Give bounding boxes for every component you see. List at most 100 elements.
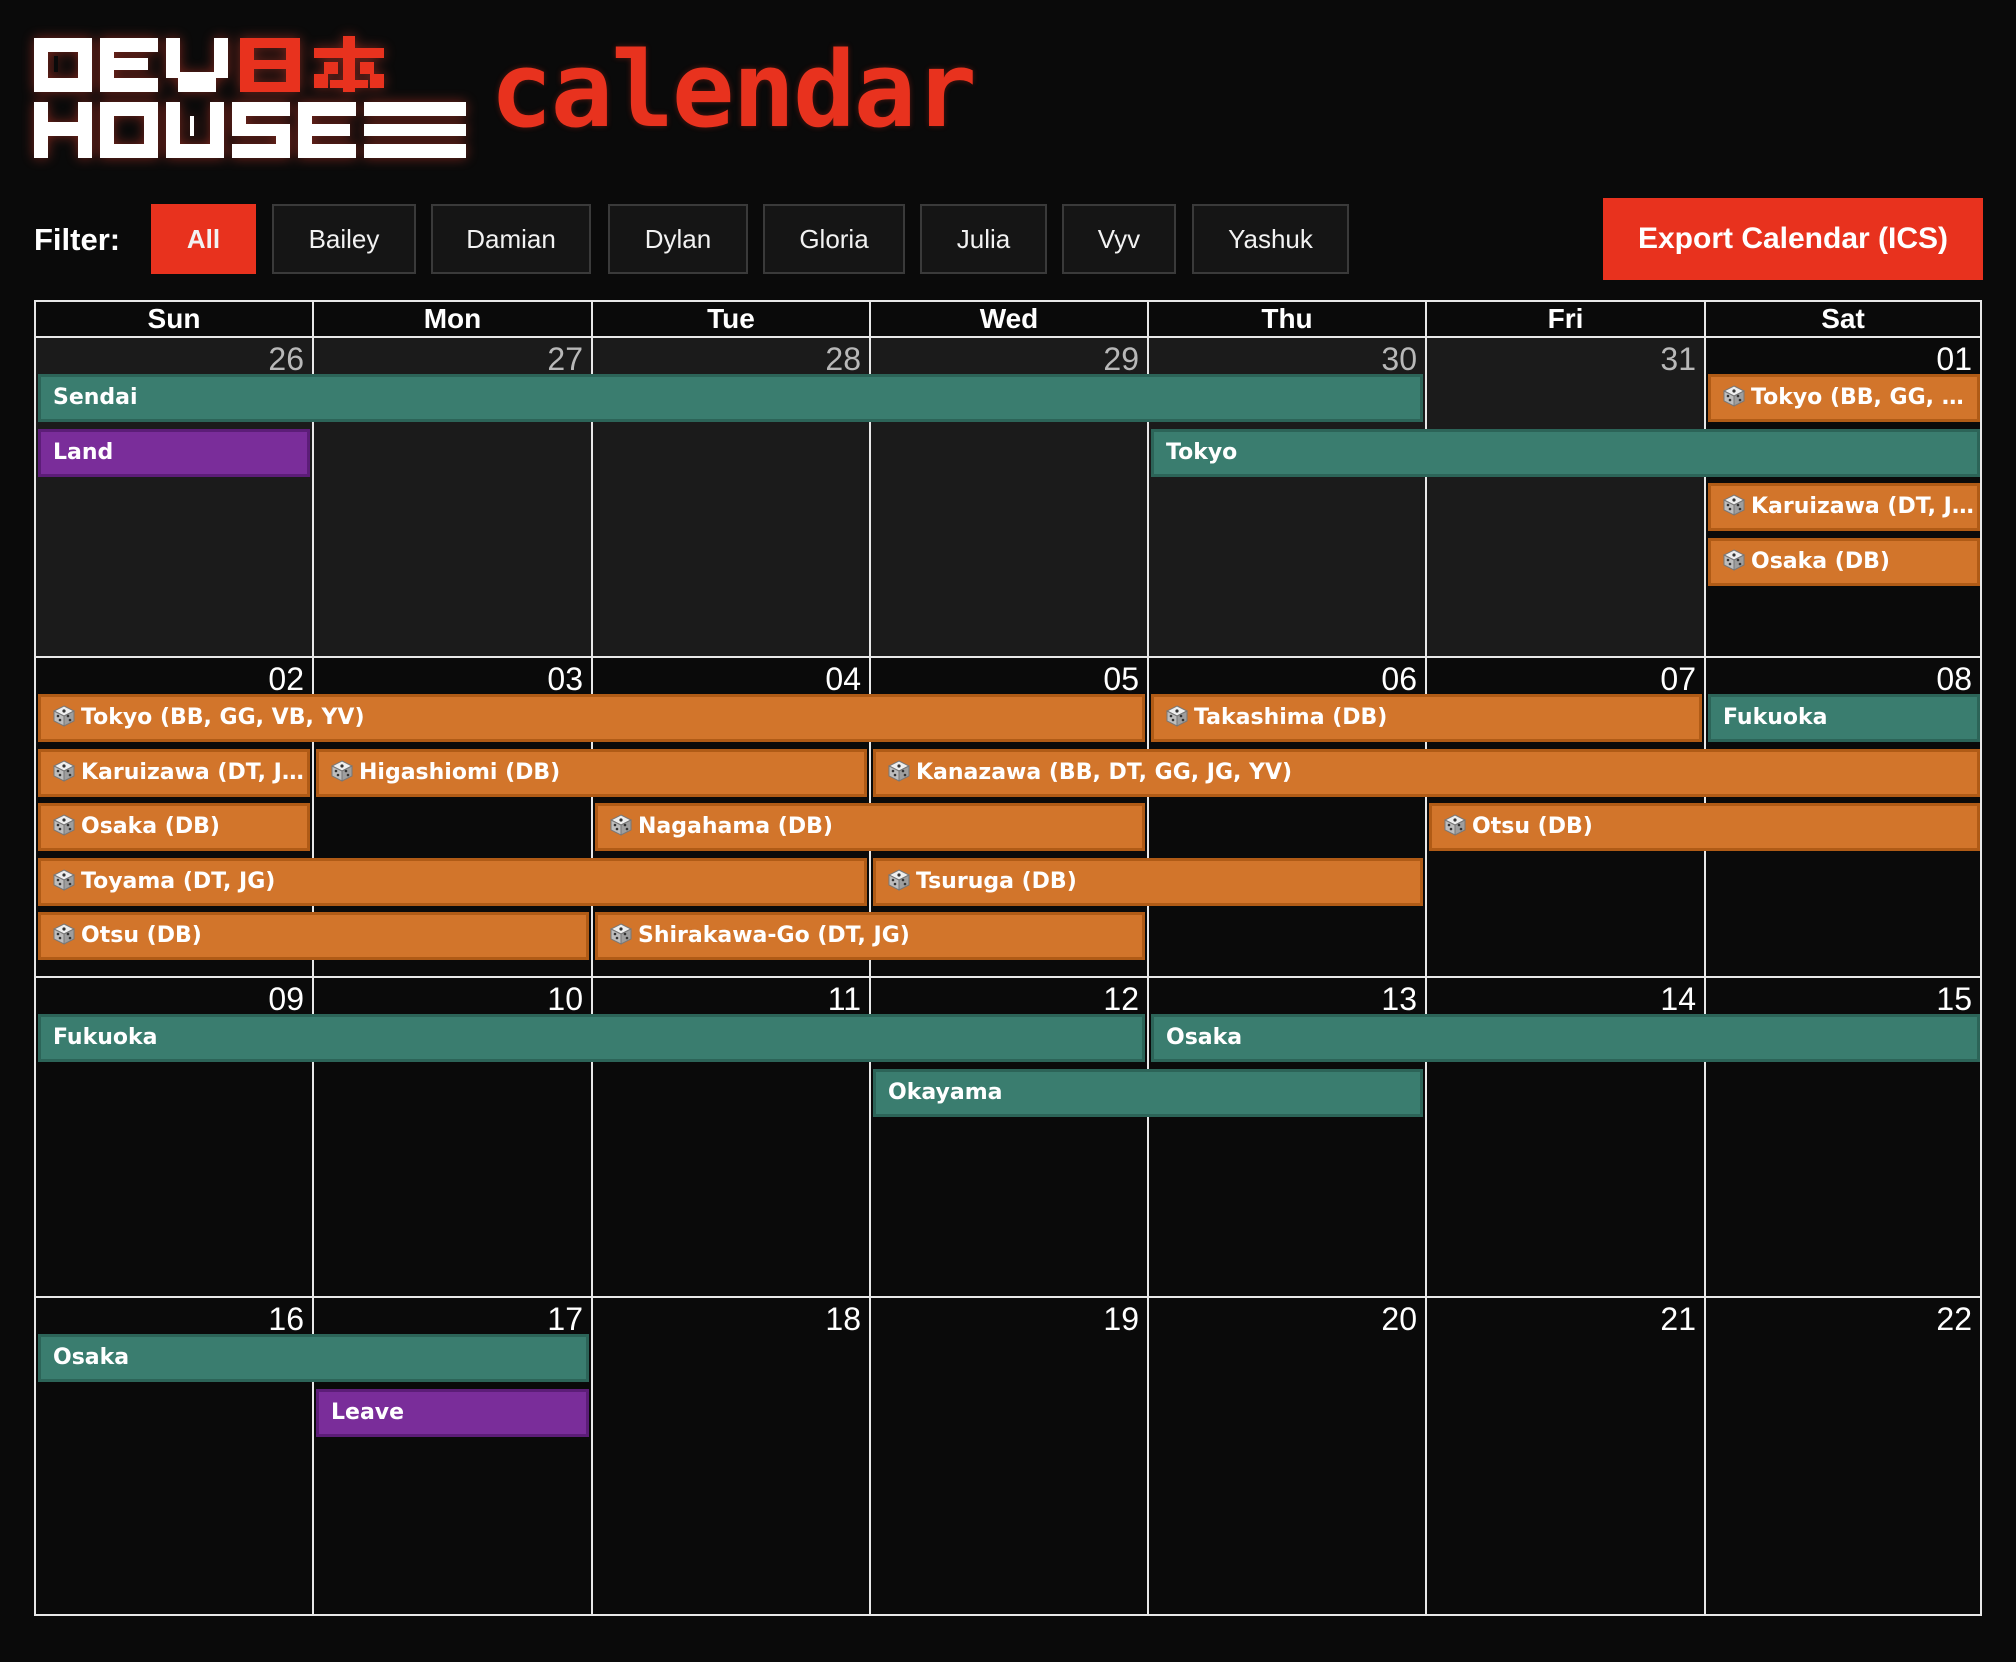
filter-bailey-button[interactable]: Bailey <box>272 204 416 274</box>
dice-icon <box>53 868 81 894</box>
weekday-header-wed: Wed <box>869 300 1147 338</box>
event-bar[interactable]: Shirakawa-Go (DT, JG) <box>595 912 1145 960</box>
event-bar[interactable]: Otsu (DB) <box>1429 803 1980 851</box>
event-label: Tsuruga (DB) <box>916 868 1077 894</box>
day-number: 03 <box>547 661 583 697</box>
event-label: Kanazawa (BB, DT, GG, JG, YV) <box>916 759 1293 785</box>
event-label: Okayama <box>888 1079 1003 1105</box>
event-bar[interactable]: Takashima (DB) <box>1151 694 1702 742</box>
weekday-header-thu: Thu <box>1147 300 1425 338</box>
event-bar[interactable]: Higashiomi (DB) <box>316 748 867 797</box>
event-label: Tokyo (BB, GG, VB, YV) <box>81 705 365 730</box>
filter-damian-button[interactable]: Damian <box>431 204 591 274</box>
event-label: Fukuoka <box>53 1025 158 1050</box>
day-cell[interactable]: 20 <box>1147 1296 1425 1616</box>
event-label: Fukuoka <box>1723 705 1828 730</box>
event-bar[interactable]: Tokyo <box>1151 428 1980 477</box>
filter-yashuk-button[interactable]: Yashuk <box>1192 204 1349 274</box>
dice-icon <box>1444 814 1472 839</box>
day-cell[interactable]: 22 <box>1704 1296 1982 1616</box>
page-title: calendar <box>490 29 977 151</box>
event-label: Osaka <box>1166 1025 1243 1050</box>
day-number: 29 <box>1103 341 1139 377</box>
day-number: 14 <box>1660 981 1696 1017</box>
day-cell[interactable]: 21 <box>1425 1296 1704 1616</box>
day-cell[interactable]: 19 <box>869 1296 1147 1616</box>
weekday-header-row: Sun Mon Tue Wed Thu Fri Sat <box>34 300 1982 338</box>
day-number: 08 <box>1936 661 1972 697</box>
event-label: Land <box>53 439 114 465</box>
day-cell[interactable]: 18 <box>591 1296 869 1616</box>
day-number: 27 <box>547 341 583 377</box>
day-number: 28 <box>825 341 861 377</box>
event-label: Tokyo (BB, GG, V... <box>1751 385 1980 410</box>
event-label: Tokyo <box>1166 439 1238 465</box>
dev-house-logo <box>34 36 466 162</box>
event-bar[interactable]: Tokyo (BB, GG, VB, YV) <box>38 694 1145 742</box>
event-bar[interactable]: Sendai <box>38 374 1423 422</box>
day-number: 19 <box>1103 1301 1139 1337</box>
event-bar[interactable]: Fukuoka <box>1708 694 1980 742</box>
export-calendar-button[interactable]: Export Calendar (ICS) <box>1603 198 1983 280</box>
dice-icon <box>331 759 359 785</box>
day-number: 13 <box>1381 981 1417 1017</box>
dice-icon <box>610 923 638 948</box>
weekday-header-fri: Fri <box>1425 300 1704 338</box>
filter-vyv-button[interactable]: Vyv <box>1062 204 1176 274</box>
day-number: 02 <box>268 661 304 697</box>
event-label: Osaka (DB) <box>1751 548 1890 574</box>
day-number: 11 <box>827 981 861 1017</box>
event-bar[interactable]: Toyama (DT, JG) <box>38 857 867 906</box>
event-bar[interactable]: Land <box>38 428 310 477</box>
event-label: Higashiomi (DB) <box>359 759 561 785</box>
day-cell[interactable]: 31 <box>1425 336 1704 656</box>
event-bar[interactable]: Osaka <box>1151 1014 1980 1062</box>
filter-dylan-button[interactable]: Dylan <box>608 204 748 274</box>
day-number: 22 <box>1936 1301 1972 1337</box>
event-bar[interactable]: Leave <box>316 1388 589 1437</box>
event-bar[interactable]: Okayama <box>873 1068 1423 1117</box>
event-bar[interactable]: Karuizawa (DT, JG) <box>1708 483 1980 531</box>
day-number: 16 <box>268 1301 304 1337</box>
event-label: Otsu (DB) <box>1472 814 1593 839</box>
dice-icon <box>1723 385 1751 410</box>
dice-icon <box>888 868 916 894</box>
weekday-header-sat: Sat <box>1704 300 1982 338</box>
day-number: 30 <box>1381 341 1417 377</box>
event-bar[interactable]: Fukuoka <box>38 1014 1145 1062</box>
event-bar[interactable]: Tsuruga (DB) <box>873 857 1423 906</box>
event-bar[interactable]: Karuizawa (DT, JG) <box>38 748 310 797</box>
dice-icon <box>53 814 81 839</box>
event-label: Karuizawa (DT, JG) <box>81 759 310 785</box>
event-label: Sendai <box>53 385 138 410</box>
event-bar[interactable]: Otsu (DB) <box>38 912 589 960</box>
event-bar[interactable]: Osaka (DB) <box>38 803 310 851</box>
day-number: 31 <box>1660 341 1696 377</box>
filter-all-button[interactable]: All <box>151 204 256 274</box>
event-bar[interactable]: Tokyo (BB, GG, V... <box>1708 374 1980 422</box>
dice-icon <box>53 705 81 730</box>
dice-icon <box>1723 494 1751 519</box>
day-number: 10 <box>547 981 583 1017</box>
dice-icon <box>610 814 638 839</box>
day-number: 09 <box>268 981 304 1017</box>
event-label: Toyama (DT, JG) <box>81 868 276 894</box>
event-bar[interactable]: Osaka <box>38 1334 589 1382</box>
filter-label: Filter: <box>34 222 121 257</box>
weekday-header-mon: Mon <box>312 300 591 338</box>
day-number: 17 <box>547 1301 583 1337</box>
day-number: 04 <box>825 661 861 697</box>
day-number: 20 <box>1381 1301 1417 1337</box>
day-number: 05 <box>1103 661 1139 697</box>
filter-julia-button[interactable]: Julia <box>920 204 1047 274</box>
weekday-header-sun: Sun <box>34 300 312 338</box>
dice-icon <box>1166 705 1194 730</box>
event-bar[interactable]: Kanazawa (BB, DT, GG, JG, YV) <box>873 748 1980 797</box>
event-bar[interactable]: Osaka (DB) <box>1708 537 1980 586</box>
day-number: 01 <box>1936 341 1972 377</box>
event-bar[interactable]: Nagahama (DB) <box>595 803 1145 851</box>
day-number: 12 <box>1103 981 1139 1017</box>
filter-gloria-button[interactable]: Gloria <box>763 204 905 274</box>
event-label: Takashima (DB) <box>1194 705 1388 730</box>
event-label: Shirakawa-Go (DT, JG) <box>638 923 910 948</box>
